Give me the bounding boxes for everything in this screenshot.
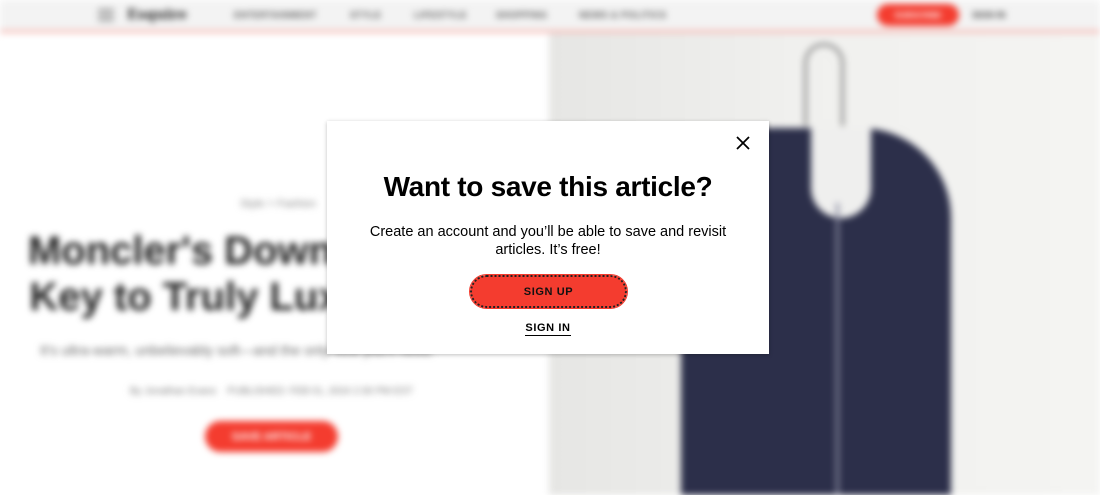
subscribe-button[interactable]: SUBSCRIBE	[877, 4, 959, 26]
sign-in-row: SIGN IN	[327, 318, 769, 336]
sign-in-link[interactable]: SIGN IN	[525, 322, 571, 336]
author-link[interactable]: By Jonathan Evans	[130, 386, 216, 397]
save-article-button[interactable]: SAVE ARTICLE	[205, 421, 338, 452]
publish-date: PUBLISHED: FEB 01, 2024 2:30 PM EST	[227, 386, 413, 397]
close-icon	[736, 136, 750, 150]
nav-link-lifestyle[interactable]: LIFESTYLE	[414, 10, 467, 20]
nav-link-shopping[interactable]: SHOPPING	[496, 10, 548, 20]
nav-link-news-politics[interactable]: NEWS & POLITICS	[579, 10, 667, 20]
sign-up-button[interactable]: SIGN UP	[469, 274, 628, 309]
site-logo[interactable]: Esquire	[127, 7, 187, 23]
nav-signin-link[interactable]: SIGN IN	[972, 10, 1006, 20]
article-byline: By Jonathan Evans PUBLISHED: FEB 01, 202…	[130, 386, 413, 397]
save-article-modal: Want to save this article? Create an acc…	[327, 121, 769, 354]
nav-link-style[interactable]: STYLE	[350, 10, 382, 20]
top-navbar: Esquire ENTERTAINMENT STYLE LIFESTYLE SH…	[0, 0, 1100, 33]
modal-body-text: Create an account and you’ll be able to …	[369, 224, 727, 258]
menu-icon[interactable]	[98, 6, 114, 22]
modal-title: Want to save this article?	[383, 171, 713, 202]
close-button[interactable]	[733, 133, 753, 153]
zipper-shape	[836, 203, 839, 495]
collar-shape	[811, 128, 871, 218]
nav-link-entertainment[interactable]: ENTERTAINMENT	[234, 10, 317, 20]
hanger-shape	[804, 43, 844, 126]
breadcrumb[interactable]: Style > Fashion	[240, 198, 316, 210]
